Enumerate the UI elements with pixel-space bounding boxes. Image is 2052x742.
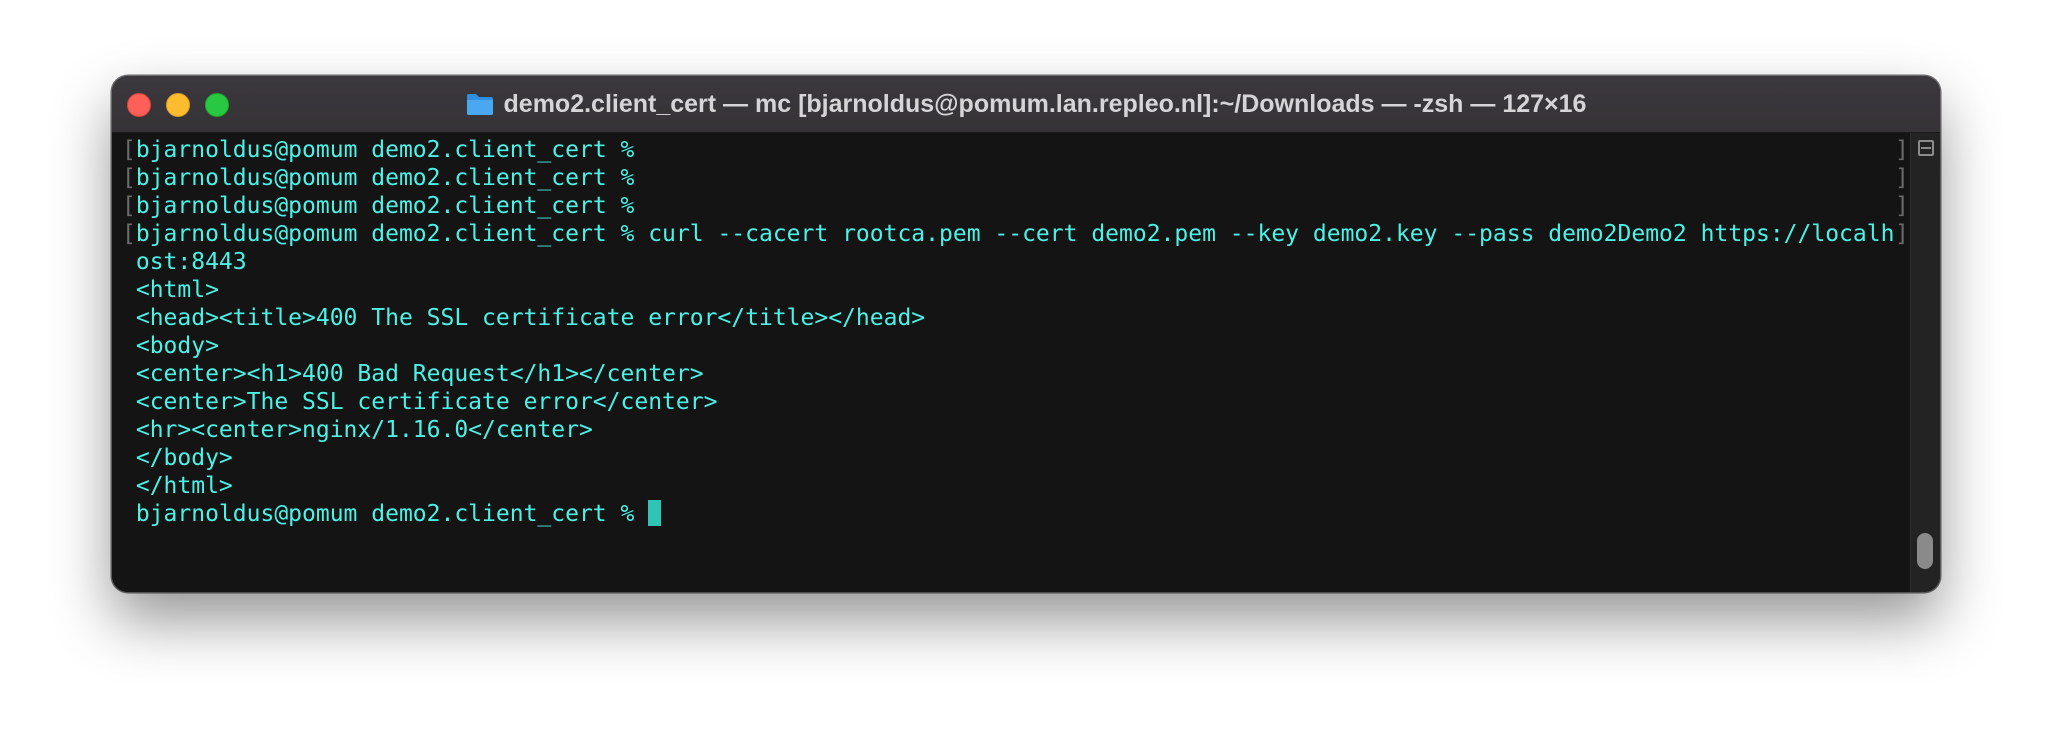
mark-start: [	[122, 137, 136, 163]
current-prompt-line[interactable]: bjarnoldus@pomum demo2.client_cert %	[122, 500, 1894, 528]
prompt-line: [bjarnoldus@pomum demo2.client_cert %	[122, 164, 1894, 192]
line-text: bjarnoldus@pomum demo2.client_cert % cur…	[135, 221, 1895, 247]
output-line: ost:8443	[122, 249, 247, 275]
mark-end: ]	[1895, 137, 1909, 163]
right-marks: ] ] ] ]	[1895, 136, 1909, 248]
window-title: demo2.client_cert — mc [bjarnoldus@pomum…	[503, 89, 1587, 118]
output-line: <hr><center>nginx/1.16.0</center>	[122, 417, 593, 443]
scroll-thumb[interactable]	[1917, 533, 1933, 569]
output-line: <html>	[122, 277, 219, 303]
mark-start: [	[122, 221, 136, 247]
output-line: <body>	[122, 333, 219, 359]
text-cursor	[648, 500, 662, 526]
mark-end: ]	[1895, 193, 1909, 219]
output-line: <center><h1>400 Bad Request</h1></center…	[122, 361, 704, 387]
terminal-lines: [bjarnoldus@pomum demo2.client_cert % [b…	[122, 136, 1894, 528]
vertical-scrollbar[interactable]	[1910, 133, 1940, 592]
mark-end: ]	[1895, 165, 1909, 191]
mark-end: ]	[1895, 221, 1909, 247]
current-prompt: bjarnoldus@pomum demo2.client_cert %	[122, 501, 649, 527]
output-line: <center>The SSL certificate error</cente…	[122, 389, 718, 415]
output-line: </body>	[122, 445, 233, 471]
line-text: bjarnoldus@pomum demo2.client_cert %	[135, 137, 635, 163]
output-line: <head><title>400 The SSL certificate err…	[122, 305, 926, 331]
prompt-line: [bjarnoldus@pomum demo2.client_cert %	[122, 136, 1894, 164]
prompt-line: [bjarnoldus@pomum demo2.client_cert % cu…	[122, 220, 1894, 248]
split-pane-icon[interactable]	[1918, 140, 1934, 156]
folder-icon	[466, 92, 494, 116]
line-text: bjarnoldus@pomum demo2.client_cert %	[135, 193, 635, 219]
terminal-content[interactable]: [bjarnoldus@pomum demo2.client_cert % [b…	[112, 133, 1910, 592]
window-title-wrap: demo2.client_cert — mc [bjarnoldus@pomum…	[112, 76, 1940, 132]
terminal-window: demo2.client_cert — mc [bjarnoldus@pomum…	[112, 76, 1940, 592]
title-bar[interactable]: demo2.client_cert — mc [bjarnoldus@pomum…	[112, 76, 1940, 133]
mark-start: [	[122, 165, 136, 191]
output-line: </html>	[122, 473, 233, 499]
mark-start: [	[122, 193, 136, 219]
prompt-line: [bjarnoldus@pomum demo2.client_cert %	[122, 192, 1894, 220]
line-text: bjarnoldus@pomum demo2.client_cert %	[135, 165, 635, 191]
